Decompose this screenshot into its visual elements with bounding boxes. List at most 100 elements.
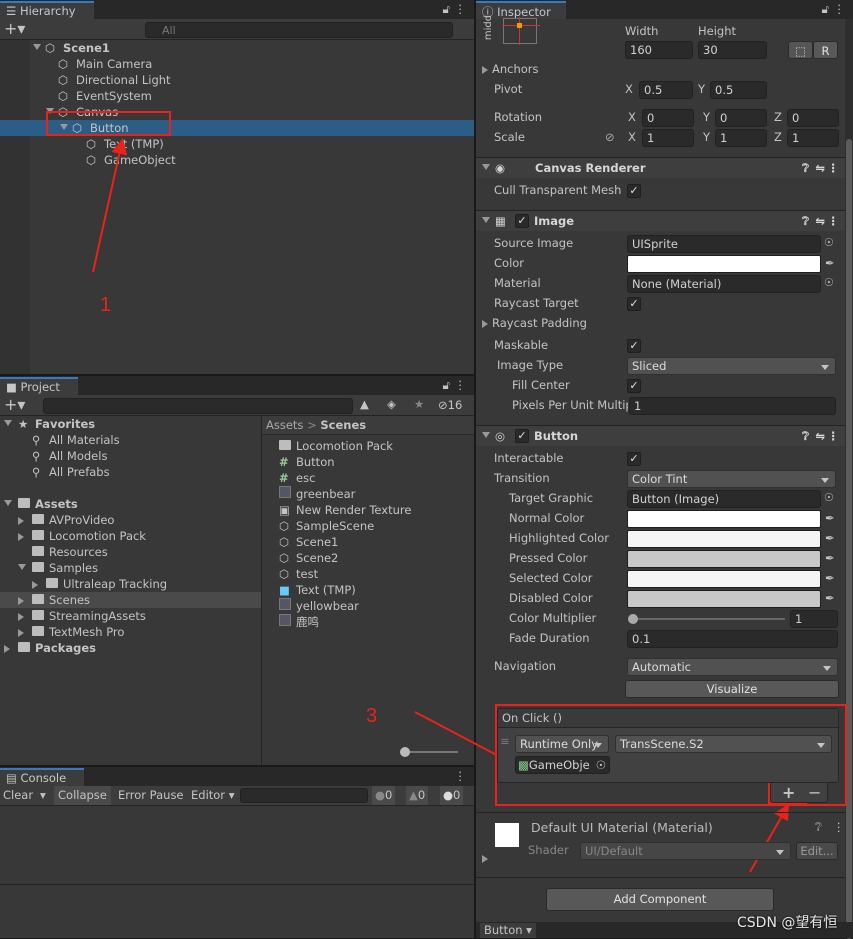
constrain-proportions-icon[interactable]: ⊘ [605,130,615,144]
remove-listener-button[interactable]: − [808,783,821,802]
anchors-foldout[interactable]: Anchors [482,62,539,76]
preset-icon[interactable]: ⇋ [815,426,825,446]
scale-x-field-value: 1 [647,131,655,145]
raycast-target-label: Raycast Target [494,296,579,310]
source-image-field[interactable]: UISprite [627,235,821,253]
runtime-dropdown[interactable]: Runtime Only [515,735,609,753]
foldout-arrow-icon[interactable] [482,211,490,231]
shader-dropdown[interactable]: UI/Default [580,842,791,860]
color-multiplier-field[interactable]: 1 [790,610,838,628]
eyedropper-icon[interactable]: ✒ [825,256,835,270]
raw-edit-button[interactable]: R [813,41,838,59]
target-graphic-field[interactable]: Button (Image) [627,490,821,508]
material-field[interactable]: None (Material) [627,275,821,293]
drag-handle-icon[interactable]: ≡ [500,734,510,748]
help-icon[interactable]: ❔︎ [815,820,822,835]
ppu-field[interactable]: 1 [629,397,836,415]
rotation-z-field[interactable]: 0 [787,109,839,127]
transition-dropdown[interactable]: Color Tint [627,470,836,488]
object-picker-icon[interactable]: ☉ [824,491,834,504]
interactable-checkbox[interactable]: ✓ [627,452,641,466]
image-type-dropdown[interactable]: Sliced [627,357,836,375]
selected-color-swatch[interactable] [627,570,821,588]
more-menu-icon[interactable]: ⋮ [828,158,840,178]
raycast-padding-foldout[interactable]: Raycast Padding [482,316,587,330]
fade-duration-field-value: 0.1 [632,632,651,646]
scale-x-field[interactable]: 1 [642,129,694,147]
arrow-2 [749,803,789,873]
button-title: Button [534,429,579,443]
eyedropper-icon[interactable]: ✒ [825,571,835,585]
help-icon[interactable]: ❔︎ [802,158,809,178]
blueprint-mode-button[interactable]: ⬚ [788,41,813,59]
rotation-y-field[interactable]: 0 [715,109,767,127]
color-multiplier-label: Color Multiplier [509,611,597,625]
button-header[interactable]: ◎ ✓ Button ❔︎ ⇋ ⋮ [476,425,845,446]
maskable-checkbox[interactable]: ✓ [627,339,641,353]
more-menu-icon[interactable]: ⋮ [833,820,845,834]
cull-checkbox[interactable]: ✓ [627,184,641,198]
preset-icon[interactable]: ⇋ [815,211,825,231]
visualize-button[interactable]: Visualize [625,680,839,698]
pivot-x-field[interactable]: 0.5 [639,81,693,99]
fade-duration-field[interactable]: 0.1 [627,630,838,648]
pivot-y-field[interactable]: 0.5 [710,81,767,99]
image-icon: ▦ [495,214,506,228]
z-label: Z [774,130,782,144]
eyedropper-icon[interactable]: ✒ [825,531,835,545]
transition-dropdown-value: Color Tint [632,472,688,486]
color-label: Highlighted Color [509,531,609,545]
add-component-label: Add Component [613,892,707,906]
pivot-label: Pivot [494,82,523,96]
button-enabled-checkbox[interactable]: ✓ [515,429,529,443]
annotation-label-3: 3 [366,705,378,727]
canvas-renderer-header[interactable]: ◉ Canvas Renderer ❔︎ ⇋ ⋮ [476,157,845,178]
disabled-color-swatch[interactable] [627,590,821,608]
object-picker-icon[interactable]: ☉ [824,276,834,289]
help-icon[interactable]: ❔︎ [802,211,809,231]
scale-z-field[interactable]: 1 [787,129,839,147]
function-dropdown[interactable]: TransScene.S2 [615,735,832,753]
image-enabled-checkbox[interactable]: ✓ [515,214,529,228]
pressed-color-swatch[interactable] [627,550,821,568]
foldout-arrow-icon[interactable] [482,426,490,446]
navigation-dropdown[interactable]: Automatic [627,658,838,676]
eye-icon: ◉ [495,161,506,175]
preset-icon[interactable]: ⇋ [815,158,825,178]
rotation-x-field[interactable]: 0 [642,109,694,127]
function-dropdown-value: TransScene.S2 [620,737,704,751]
width-field[interactable]: 160 [625,41,693,59]
annotation-label-1: 1 [100,294,112,316]
highlight-box-button [46,111,171,136]
highlighted-color-swatch[interactable] [627,530,821,548]
eyedropper-icon[interactable]: ✒ [825,591,835,605]
object-picker-icon[interactable]: ☉ [596,757,606,773]
more-menu-icon[interactable]: ⋮ [828,426,840,446]
image-header[interactable]: ▦ ✓ Image ❔︎ ⇋ ⋮ [476,210,845,231]
scale-y-field[interactable]: 1 [715,129,767,147]
edit-shader-button[interactable]: Edit... [796,842,838,860]
anchor-preset-widget[interactable] [502,17,540,45]
height-field[interactable]: 30 [698,41,767,59]
raycast-target-checkbox[interactable]: ✓ [627,297,641,311]
source-image-label: Source Image [494,236,574,250]
add-component-button[interactable]: Add Component [546,888,774,911]
material-foldout-arrow[interactable] [482,851,492,865]
add-listener-button[interactable]: + [782,783,795,802]
more-menu-icon[interactable]: ⋮ [828,211,840,231]
script-icon: ▩ [518,758,529,772]
eyedropper-icon[interactable]: ✒ [825,551,835,565]
color-multiplier-slider[interactable] [628,614,785,624]
eyedropper-icon[interactable]: ✒ [825,511,835,525]
foldout-arrow-icon[interactable] [482,158,490,178]
color-swatch[interactable] [627,255,821,273]
on-click-title: On Click () [502,711,563,725]
fade-duration-label: Fade Duration [509,631,590,645]
target-object-field[interactable]: ▩GameObject ☉ [515,756,610,774]
transition-label: Transition [494,471,550,485]
help-icon[interactable]: ❔︎ [802,426,809,446]
normal-color-swatch[interactable] [627,510,821,528]
fill-center-checkbox[interactable]: ✓ [627,379,641,393]
object-picker-icon[interactable]: ☉ [824,236,834,249]
material-preview [495,823,519,847]
